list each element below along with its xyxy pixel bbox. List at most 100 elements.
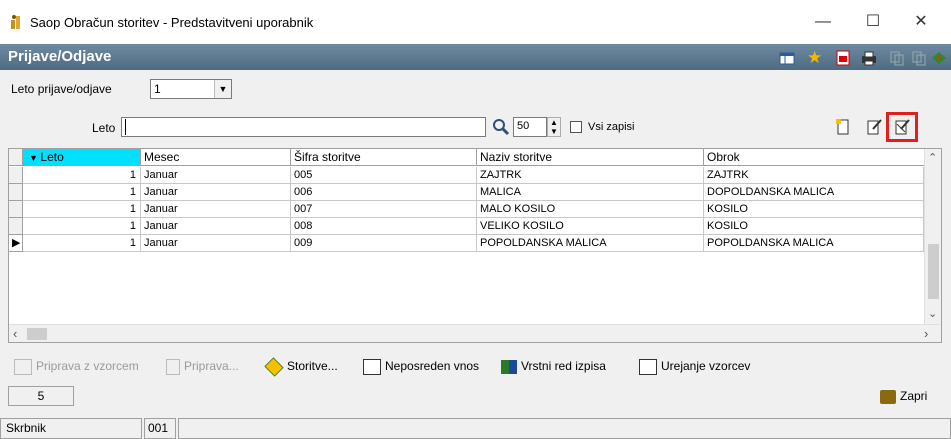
scroll-thumb[interactable] <box>928 244 939 299</box>
sort-order-icon <box>501 359 517 374</box>
leto-prijave-combo[interactable]: 1 ▼ <box>150 79 232 99</box>
document-icon <box>166 358 180 375</box>
current-row-indicator[interactable]: ▶ <box>9 235 23 252</box>
vrstni-red-label: Vrstni red izpisa <box>521 359 606 373</box>
chevron-down-icon[interactable]: ▼ <box>214 80 231 98</box>
cell-naziv[interactable]: VELIKO KOSILO <box>477 218 704 235</box>
horizontal-scrollbar[interactable]: ‹ › <box>9 324 941 342</box>
storitve-button[interactable]: Storitve... <box>264 357 338 377</box>
zapri-label: Zapri <box>900 389 928 403</box>
table-icon[interactable] <box>778 50 796 66</box>
neposreden-vnos-button[interactable]: Neposreden vnos <box>363 357 479 375</box>
cell-naziv[interactable]: POPOLDANSKA MALICA <box>477 235 704 252</box>
record-count-value: 50 <box>517 120 530 132</box>
cell-obrok[interactable]: DOPOLDANSKA MALICA <box>704 184 924 201</box>
priprava-z-vzorcem-button: Priprava z vzorcem <box>14 357 139 375</box>
scroll-left-icon[interactable]: ‹ <box>13 326 17 341</box>
cell-obrok[interactable]: POPOLDANSKA MALICA <box>704 235 924 252</box>
cell-mesec[interactable]: Januar <box>141 235 291 252</box>
cell-mesec[interactable]: Januar <box>141 167 291 184</box>
cell-leto[interactable]: 1 <box>23 218 141 235</box>
count-stepper[interactable]: ▲ ▼ <box>547 117 561 137</box>
close-book-icon <box>880 389 896 404</box>
cell-naziv[interactable]: MALO KOSILO <box>477 201 704 218</box>
column-header-label: Leto <box>40 150 64 164</box>
scroll-down-icon[interactable]: ⌄ <box>928 307 937 320</box>
cell-obrok[interactable]: KOSILO <box>704 218 924 235</box>
row-pointer-icon: ▶ <box>12 237 21 249</box>
vertical-scrollbar[interactable]: ⌃ ⌄ <box>924 149 941 324</box>
cell-leto[interactable]: 1 <box>23 167 141 184</box>
row-indicator[interactable] <box>9 201 23 218</box>
urejanje-vzorcev-label: Urejanje vzorcev <box>661 359 751 373</box>
vsi-zapisi-checkbox[interactable] <box>570 121 582 133</box>
app-icon <box>11 15 20 29</box>
column-header-sifra[interactable]: Šifra storitve <box>291 149 477 166</box>
cell-naziv[interactable]: MALICA <box>477 184 704 201</box>
cell-leto[interactable]: 1 <box>23 235 141 252</box>
cell-sifra[interactable]: 005 <box>291 167 477 184</box>
direct-entry-icon <box>363 358 381 375</box>
edit-document-icon[interactable] <box>865 118 883 136</box>
cell-leto[interactable]: 1 <box>23 201 141 218</box>
record-count-box: 5 <box>8 386 74 406</box>
exit-door-icon[interactable] <box>930 50 948 66</box>
neposreden-vnos-label: Neposreden vnos <box>385 359 480 373</box>
favorite-star-icon[interactable]: ★ <box>807 49 825 66</box>
row-indicator[interactable] <box>9 167 23 184</box>
column-header-obrok[interactable]: Obrok <box>704 149 933 166</box>
column-header-naziv[interactable]: Naziv storitve <box>477 149 704 166</box>
search-icon[interactable] <box>492 118 510 136</box>
search-input[interactable] <box>121 117 486 137</box>
urejanje-vzorcev-button[interactable]: Urejanje vzorcev <box>639 357 750 375</box>
status-user: Skrbnik <box>0 418 142 439</box>
sort-desc-icon: ▼ <box>29 153 41 163</box>
cell-obrok[interactable]: KOSILO <box>704 201 924 218</box>
edit-templates-icon <box>639 358 657 375</box>
leto-prijave-label: Leto prijave/odjave <box>11 82 112 96</box>
services-icon <box>264 357 284 377</box>
cell-sifra[interactable]: 009 <box>291 235 477 252</box>
row-indicator[interactable] <box>9 218 23 235</box>
cell-mesec[interactable]: Januar <box>141 218 291 235</box>
template-icon <box>14 358 32 375</box>
row-indicator[interactable] <box>9 184 23 201</box>
vrstni-red-button[interactable]: Vrstni red izpisa <box>501 357 606 375</box>
pdf-icon[interactable] <box>834 50 852 66</box>
cell-sifra[interactable]: 007 <box>291 201 477 218</box>
minimize-button[interactable]: — <box>808 10 838 34</box>
scroll-up-icon[interactable]: ⌃ <box>928 151 937 164</box>
cell-mesec[interactable]: Januar <box>141 184 291 201</box>
search-leto-label: Leto <box>92 121 116 135</box>
new-document-icon[interactable] <box>834 118 852 136</box>
cell-naziv[interactable]: ZAJTRK <box>477 167 704 184</box>
header-corner <box>9 149 23 166</box>
data-grid[interactable]: ▼ Leto Mesec Šifra storitve Naziv storit… <box>8 148 942 343</box>
leto-prijave-value: 1 <box>154 82 161 96</box>
close-button[interactable]: ✕ <box>906 10 936 34</box>
status-message <box>178 418 951 439</box>
zapri-button[interactable]: Zapri <box>880 387 927 405</box>
print-icon[interactable] <box>860 50 878 66</box>
storitve-label: Storitve... <box>287 359 338 373</box>
cell-leto[interactable]: 1 <box>23 184 141 201</box>
cell-sifra[interactable]: 006 <box>291 184 477 201</box>
record-count-input[interactable]: 50 <box>513 117 547 137</box>
form-title: Prijave/Odjave <box>8 48 112 65</box>
status-code: 001 <box>144 418 176 439</box>
priprava-z-vzorcem-label: Priprava z vzorcem <box>36 359 139 373</box>
priprava-button: Priprava... <box>166 357 239 375</box>
copy-disabled-icon <box>890 51 904 66</box>
column-header-leto[interactable]: ▼ Leto <box>23 149 141 166</box>
hscroll-thumb[interactable] <box>27 328 47 340</box>
cell-sifra[interactable]: 008 <box>291 218 477 235</box>
text-caret <box>125 119 126 135</box>
vsi-zapisi-label: Vsi zapisi <box>588 121 635 133</box>
window-title: Saop Obračun storitev - Predstavitveni u… <box>30 15 314 30</box>
maximize-button[interactable]: ☐ <box>858 10 888 34</box>
scroll-right-icon[interactable]: › <box>924 326 928 341</box>
column-header-mesec[interactable]: Mesec <box>141 149 291 166</box>
delete-document-icon[interactable] <box>893 118 911 136</box>
cell-mesec[interactable]: Januar <box>141 201 291 218</box>
cell-obrok[interactable]: ZAJTRK <box>704 167 924 184</box>
